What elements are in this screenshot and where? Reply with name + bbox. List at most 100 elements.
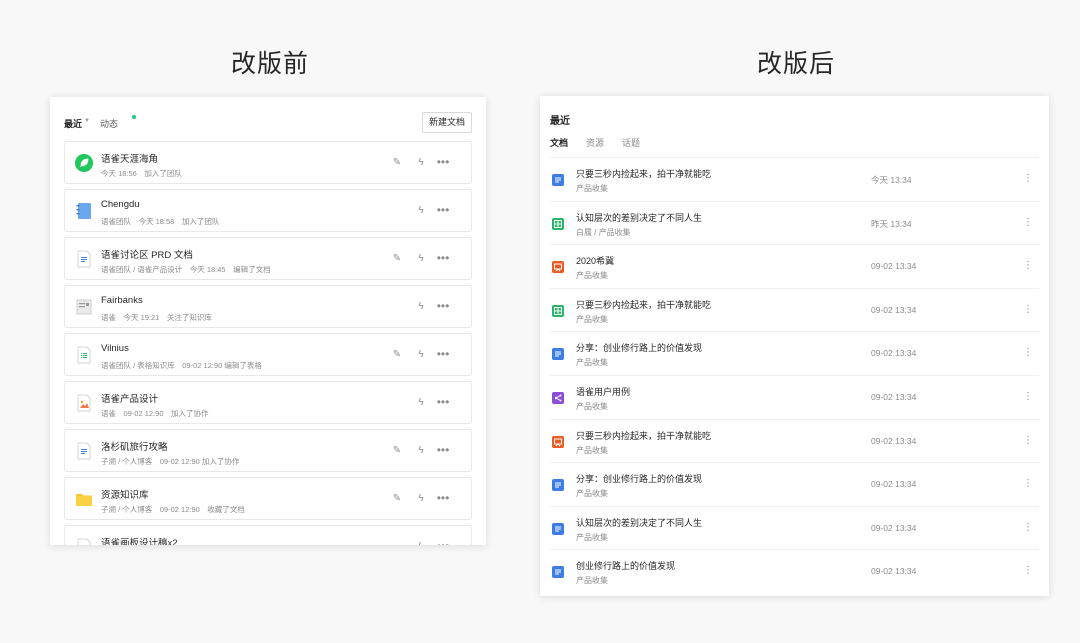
activity-card[interactable]: 语雀讨论区 PRD 文档语雀团队 / 语雀产品设计 今天 18:45 编辑了文档… (64, 237, 472, 280)
card-title[interactable]: 洛杉矶旅行攻略 (101, 439, 168, 453)
pencil-icon[interactable]: ✎ (391, 445, 403, 457)
tab-resources[interactable]: 资源 (586, 136, 604, 149)
doc-location: 产品收集 (576, 358, 608, 368)
doc-location: 产品收集 (576, 271, 608, 281)
activity-card[interactable]: 资源知识库 子溯 / 个人博客 09-02 12:90 收藏了文档 ✎ ϟ ••• (64, 477, 472, 520)
activity-card[interactable]: Vilnius 语雀团队 / 表格知识库 09-02 12:90 编辑了表格 ✎ ϟ •… (64, 333, 472, 376)
more-horizontal-icon[interactable]: ••• (435, 443, 451, 457)
card-title[interactable]: Vilnius (101, 343, 129, 354)
doc-title[interactable]: 只要三秒内捡起来，拍干净就能吃 (576, 167, 711, 180)
green-leaf-icon (75, 154, 93, 172)
doc-location: 产品收集 (576, 314, 608, 324)
doc-time: 09-02 13:34 (871, 348, 917, 359)
more-horizontal-icon[interactable]: ••• (435, 491, 451, 505)
sheet-green-icon (552, 217, 564, 230)
doc-icon (75, 250, 93, 268)
doc-title[interactable]: 认知层次的差别决定了不同人生 (576, 211, 702, 224)
lightning-icon[interactable]: ϟ (415, 445, 427, 457)
more-vertical-icon[interactable]: ⋮ (1023, 521, 1033, 535)
pencil-icon[interactable]: ✎ (391, 253, 403, 265)
card-title[interactable]: 资源知识库 (101, 487, 149, 501)
more-horizontal-icon[interactable]: ••• (435, 203, 451, 217)
more-horizontal-icon[interactable]: ••• (435, 251, 451, 265)
lightning-icon[interactable]: ϟ (415, 397, 427, 409)
lightning-icon[interactable]: ϟ (415, 349, 427, 361)
card-title[interactable]: 语雀讨论区 PRD 文档 (101, 247, 193, 261)
after-panel: 最近 文档 资源 话题 只要三秒内捡起来，拍干净就能吃 产品收集 今天 13:34 ⋮… (540, 96, 1049, 596)
card-title[interactable]: Fairbanks (101, 295, 143, 306)
doc-time: 昨天 13:34 (871, 218, 912, 229)
activity-card[interactable]: 语雀画板设计稿x2 ϟ ••• (64, 525, 472, 545)
doc-location: 产品收集 (576, 445, 608, 455)
doc-location: 产品收集 (576, 184, 608, 193)
tab-topics[interactable]: 话题 (622, 136, 640, 149)
more-vertical-icon[interactable]: ⋮ (1023, 172, 1033, 186)
card-actions: ✎ ϟ ••• (391, 347, 461, 361)
card-meta: 语雀团队 / 语雀产品设计 今天 18:45 编辑了文档 (101, 265, 271, 274)
doc-title[interactable]: 只要三秒内捡起来，拍干净就能吃 (576, 429, 711, 442)
card-title[interactable]: 语雀画板设计稿x2 (101, 535, 178, 545)
activity-card[interactable]: 语雀产品设计 语雀 09-02 12:90 加入了协作 ϟ ••• (64, 381, 472, 424)
doc-row[interactable]: 分享：创业修行路上的价值发现 产品收集 09-02 13:34 ⋮ (550, 331, 1039, 375)
pencil-icon[interactable]: ✎ (391, 157, 403, 169)
doc-location: 产品收集 (576, 576, 608, 586)
doc-title[interactable]: 2020希冀 (576, 254, 614, 267)
caret-down-icon[interactable]: ▼ (84, 118, 90, 124)
doc-row[interactable]: 语雀用户用例 产品收集 09-02 13:34 ⋮ (550, 374, 1039, 419)
activity-card[interactable]: Fairbanks 语雀 今天 19:21 关注了知识库 ϟ ••• (64, 285, 472, 328)
blue-notebook-icon (75, 202, 93, 220)
more-horizontal-icon[interactable]: ••• (435, 347, 451, 361)
card-title[interactable]: Chengdu (101, 199, 140, 210)
new-doc-button[interactable]: 新建文档 (421, 112, 472, 133)
tab-recent[interactable]: 最近 (64, 117, 82, 130)
doc-title[interactable]: 分享：创业修行路上的价值发现 (576, 341, 702, 354)
more-vertical-icon[interactable]: ⋮ (1023, 259, 1033, 273)
lightning-icon[interactable]: ϟ (415, 157, 427, 169)
more-horizontal-icon[interactable]: ••• (435, 539, 451, 545)
card-title[interactable]: 语雀天涯海角 (101, 151, 158, 165)
doc-title[interactable]: 认知层次的差别决定了不同人生 (576, 516, 702, 529)
doc-location: 产品收集 (576, 401, 608, 411)
doc-row[interactable]: 分享：创业修行路上的价值发现 产品收集 09-02 13:34 ⋮ (550, 462, 1039, 506)
doc-blue-icon (552, 565, 564, 579)
lightning-icon[interactable]: ϟ (415, 205, 427, 217)
doc-row[interactable]: 只要三秒内捡起来，拍干净就能吃 产品收集 今天 13:34 ⋮ (550, 157, 1039, 201)
doc-title[interactable]: 语雀用户用例 (576, 385, 630, 398)
before-card-list: 语雀天涯海角 今天 18:56 加入了团队 ✎ ϟ ••• Chengdu 语雀团队 今天 … (64, 141, 472, 545)
more-vertical-icon[interactable]: ⋮ (1023, 564, 1033, 578)
activity-card[interactable]: Chengdu 语雀团队 今天 18:58 加入了团队 ϟ ••• (64, 189, 472, 232)
more-horizontal-icon[interactable]: ••• (435, 395, 451, 409)
pencil-icon[interactable]: ✎ (391, 493, 403, 505)
activity-card[interactable]: 语雀天涯海角 今天 18:56 加入了团队 ✎ ϟ ••• (64, 141, 472, 184)
doc-row[interactable]: 只要三秒内捡起来，拍干净就能吃 产品收集 09-02 13:34 ⋮ (550, 418, 1039, 463)
before-title: 改版前 (231, 49, 310, 78)
doc-row[interactable]: 认知层次的差别决定了不同人生 产品收集 09-02 13:34 ⋮ (550, 505, 1039, 550)
doc-time: 09-02 13:34 (871, 304, 917, 315)
activity-card[interactable]: 洛杉矶旅行攻略 子溯 / 个人博客 09-02 12:90 加入了协作 ✎ ϟ ••• (64, 429, 472, 472)
doc-row[interactable]: 只要三秒内捡起来，拍干净就能吃 产品收集 09-02 13:34 ⋮ (550, 287, 1039, 332)
more-vertical-icon[interactable]: ⋮ (1023, 434, 1033, 448)
more-vertical-icon[interactable]: ⋮ (1023, 303, 1033, 317)
lightning-icon[interactable]: ϟ (415, 301, 427, 313)
lightning-icon[interactable]: ϟ (415, 541, 427, 545)
more-vertical-icon[interactable]: ⋮ (1023, 390, 1033, 404)
doc-row[interactable]: 创业修行路上的价值发现 产品收集 09-02 13:34 ⋮ (550, 549, 1039, 593)
more-vertical-icon[interactable]: ⋮ (1023, 477, 1033, 491)
more-horizontal-icon[interactable]: ••• (435, 299, 451, 313)
more-vertical-icon[interactable]: ⋮ (1023, 346, 1033, 360)
card-title[interactable]: 语雀产品设计 (101, 391, 158, 405)
lightning-icon[interactable]: ϟ (415, 493, 427, 505)
doc-title[interactable]: 创业修行路上的价值发现 (576, 559, 675, 572)
doc-location: 产品收集 (576, 489, 608, 499)
more-vertical-icon[interactable]: ⋮ (1023, 216, 1033, 230)
doc-row[interactable]: 认知层次的差别决定了不同人生 白履 / 产品收集 昨天 13:34 ⋮ (550, 200, 1039, 245)
tab-docs[interactable]: 文档 (550, 136, 568, 149)
pencil-icon[interactable]: ✎ (391, 349, 403, 361)
doc-title[interactable]: 只要三秒内捡起来，拍干净就能吃 (576, 298, 711, 311)
doc-title[interactable]: 分享：创业修行路上的价值发现 (576, 472, 702, 485)
doc-row[interactable]: 2020希冀 产品收集 09-02 13:34 ⋮ (550, 244, 1039, 288)
more-horizontal-icon[interactable]: ••• (435, 155, 451, 169)
folder-icon (75, 490, 93, 508)
tab-activity[interactable]: 动态 (100, 117, 118, 130)
lightning-icon[interactable]: ϟ (415, 253, 427, 265)
